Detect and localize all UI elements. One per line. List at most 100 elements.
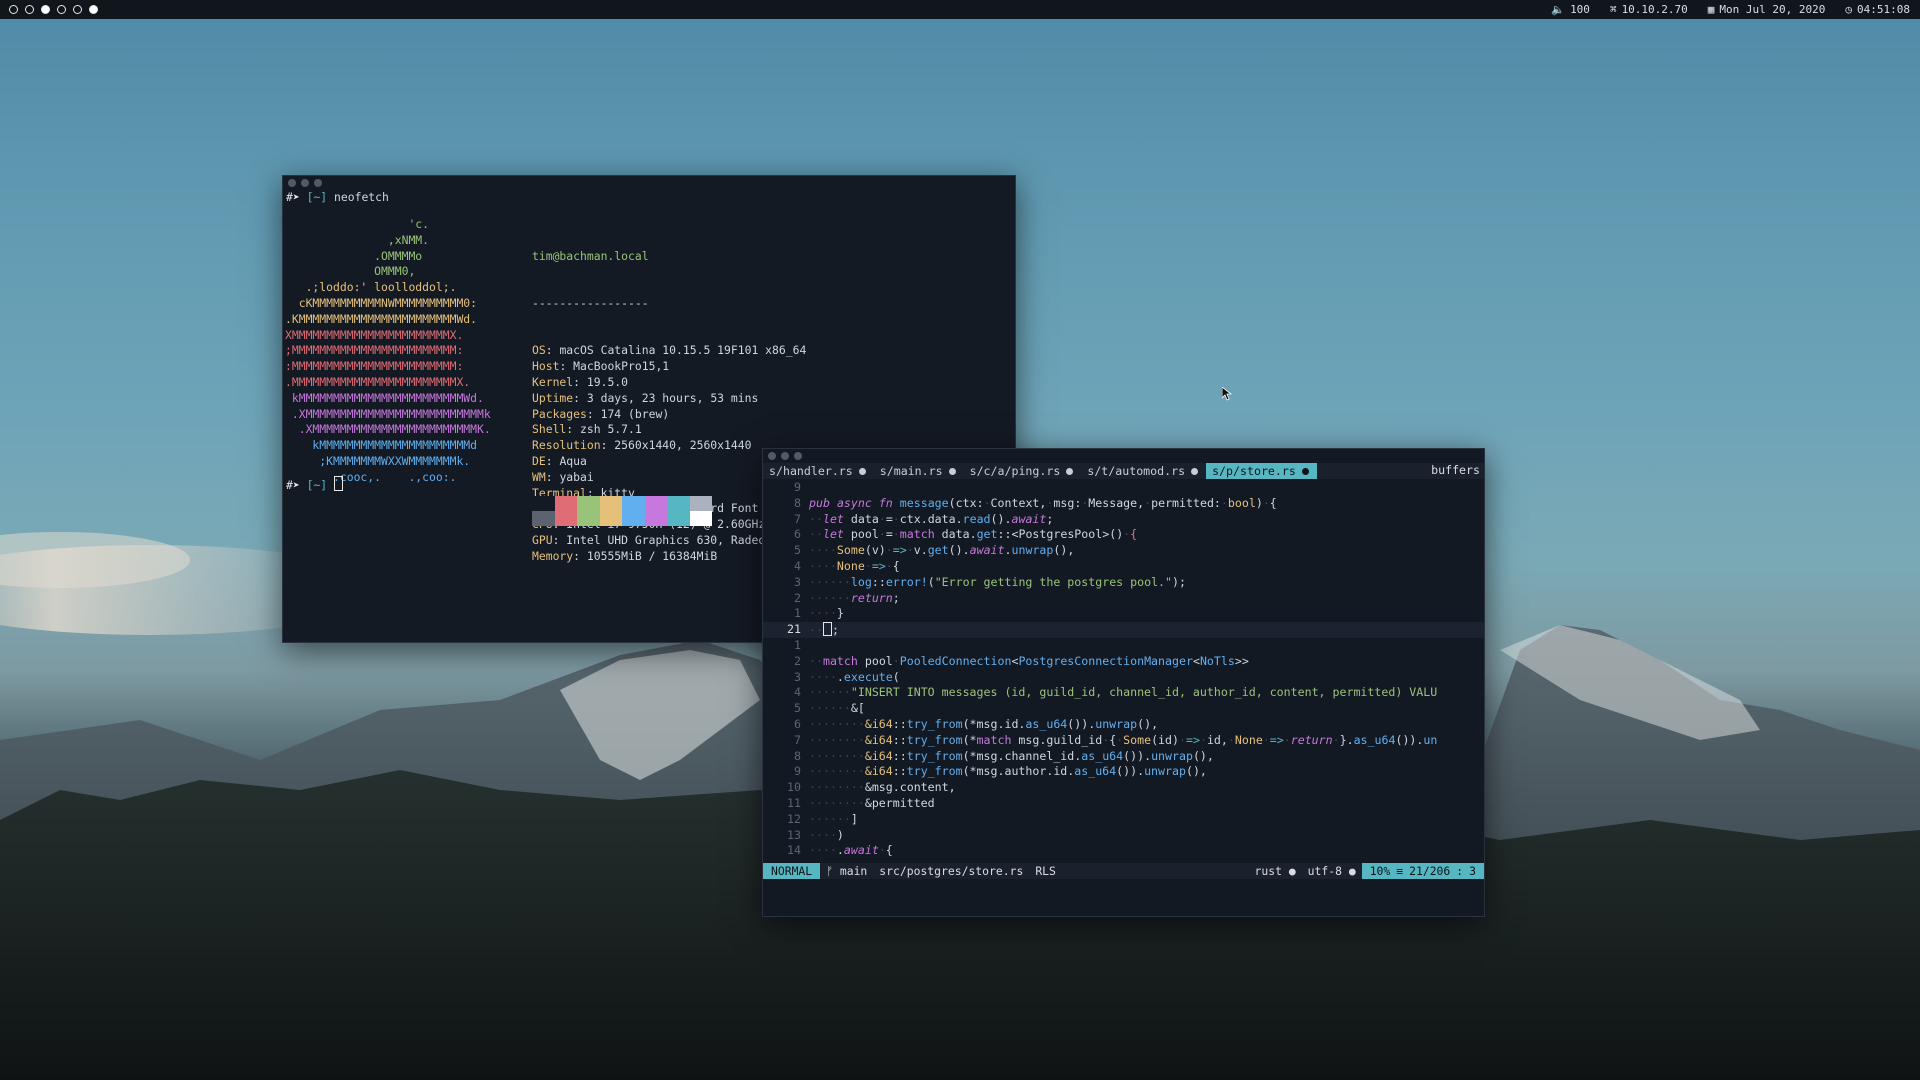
code-text: ··let pool·=·match data.get::<PostgresPo… xyxy=(809,527,1138,542)
scroll-percent: 10% xyxy=(1369,864,1391,878)
zoom-button[interactable] xyxy=(794,452,802,460)
code-line[interactable]: 2 ······return; xyxy=(763,591,1484,607)
code-text: ······log::error!("Error getting the pos… xyxy=(809,574,1186,589)
rust-icon: ● xyxy=(1288,864,1296,878)
minimize-button[interactable] xyxy=(301,179,309,187)
line-number: 1 xyxy=(794,606,801,621)
clock-status[interactable]: ◷ 04:51:08 xyxy=(1845,3,1910,16)
code-line[interactable]: 6 ········&i64::try_from(*msg.id.as_u64()… xyxy=(763,717,1484,733)
palette-swatch xyxy=(644,496,667,511)
code-line[interactable]: 8 pub async fn message(ctx:·Context,·msg:… xyxy=(763,496,1484,512)
workspace-2[interactable] xyxy=(25,5,34,14)
code-line[interactable]: 7 ········&i64::try_from(*match msg.guild… xyxy=(763,733,1484,749)
code-text: ······return; xyxy=(809,590,900,605)
info-value: zsh 5.7.1 xyxy=(580,422,642,437)
code-text: ··match pool·PooledConnection<PostgresCo… xyxy=(809,653,1249,668)
info-key: Host xyxy=(532,359,560,374)
code-line[interactable]: 14 ····.await·{ xyxy=(763,843,1484,859)
code-line[interactable]: 10 ········&msg.content, xyxy=(763,780,1484,796)
code-text: ····.execute( xyxy=(809,669,900,684)
editor-window[interactable]: s/handler.rs s/main.rs s/c/a/ping.rs s/t/au… xyxy=(762,448,1485,917)
date-status[interactable]: ▦ Mon Jul 20, 2020 xyxy=(1708,3,1826,16)
buffer-tab[interactable]: s/p/store.rs xyxy=(1206,463,1317,479)
modified-indicator-icon xyxy=(1301,467,1309,475)
line-number: 9 xyxy=(794,480,801,494)
code-line[interactable]: 12 ······] xyxy=(763,812,1484,828)
info-value: MacBookPro15,1 xyxy=(573,359,670,374)
line-number: 8 xyxy=(794,748,801,763)
code-line[interactable]: 4 ····None·=>·{ xyxy=(763,559,1484,575)
code-line[interactable]: 6 ··let pool·=·match data.get::<PostgresP… xyxy=(763,527,1484,543)
modified-indicator-icon xyxy=(858,467,866,475)
workspace-5[interactable] xyxy=(73,5,82,14)
line-number: 12 xyxy=(787,811,801,826)
code-text: ······"INSERT INTO messages (id, guild_i… xyxy=(809,685,1438,700)
workspace-6[interactable] xyxy=(89,5,98,14)
editor-statusline: NORMAL ᚠ main src/postgres/store.rs RLS … xyxy=(763,863,1484,879)
buffer-tab[interactable]: s/t/automod.rs xyxy=(1081,463,1206,479)
palette-swatch xyxy=(622,511,645,526)
mouse-pointer-icon xyxy=(1222,387,1232,401)
volume-status[interactable]: 🔈 100 xyxy=(1551,3,1590,16)
line-number: 13 xyxy=(787,827,801,842)
active-prompt-line[interactable]: #➤ [~] xyxy=(286,476,344,492)
column-number: 3 xyxy=(1469,864,1476,878)
logo-line: .;loddo:' loolloddol;. xyxy=(285,280,457,295)
code-line[interactable]: 5 ····Some(v)·=>·v.get().await.unwrap(), xyxy=(763,543,1484,559)
buffers-label[interactable]: buffers xyxy=(1421,463,1484,479)
logo-line: .OMMMMo xyxy=(285,248,423,263)
close-button[interactable] xyxy=(288,179,296,187)
current-code-line[interactable]: 21 ··; xyxy=(763,622,1484,638)
buffer-tab[interactable]: s/main.rs xyxy=(874,463,964,479)
logo-line: .KMMMMMMMMMMMMMMMMMMMMMMMWd. xyxy=(285,311,478,326)
branch-name: main xyxy=(839,864,868,878)
code-text: ····None·=>·{ xyxy=(809,558,900,573)
logo-line: .XMMMMMMMMMMMMMMMMMMMMMMMMK. xyxy=(285,422,491,437)
code-text: ······] xyxy=(809,811,858,826)
close-button[interactable] xyxy=(768,452,776,460)
line-number: 14 xyxy=(787,843,801,858)
line-number: 3 xyxy=(794,669,801,684)
prompt-directory: [~] xyxy=(306,190,328,204)
terminal-titlebar[interactable] xyxy=(283,176,1015,190)
workspace-3[interactable] xyxy=(41,5,50,14)
palette-swatch xyxy=(622,496,645,511)
code-line[interactable]: 2 ··match pool·PooledConnection<PostgresC… xyxy=(763,654,1484,670)
info-key: DE xyxy=(532,453,546,468)
palette-swatch xyxy=(554,511,577,526)
mode-indicator: NORMAL xyxy=(763,863,821,879)
editor-titlebar[interactable] xyxy=(763,449,1484,463)
tab-label: s/t/automod.rs xyxy=(1087,464,1186,478)
palette-swatch xyxy=(689,496,712,511)
line-number: 7 xyxy=(794,511,801,526)
terminal-cursor xyxy=(334,476,344,491)
buffer-tab[interactable]: s/c/a/ping.rs xyxy=(964,463,1082,479)
code-line[interactable]: 9 xyxy=(763,480,1484,496)
time-text: 04:51:08 xyxy=(1857,3,1910,16)
code-line[interactable]: 3 ····.execute( xyxy=(763,670,1484,686)
code-line[interactable]: 7 ··let data·=·ctx.data.read().await; xyxy=(763,512,1484,528)
code-line[interactable]: 5 ······&[ xyxy=(763,701,1484,717)
buffer-tab[interactable]: s/handler.rs xyxy=(763,463,874,479)
modified-indicator-icon xyxy=(1066,467,1074,475)
code-area[interactable]: 9 8 pub async fn message(ctx:·Context,·msg… xyxy=(763,480,1484,859)
logo-line: .XMMMMMMMMMMMMMMMMMMMMMMMMMMk xyxy=(285,406,491,421)
workspace-1[interactable] xyxy=(9,5,18,14)
logo-line: OMMM0, xyxy=(285,264,416,279)
code-line[interactable]: 1 xyxy=(763,638,1484,654)
code-text: ······&[ xyxy=(809,701,865,716)
code-line[interactable]: 3 ······log::error!("Error getting the po… xyxy=(763,575,1484,591)
code-line[interactable]: 1 ····} xyxy=(763,606,1484,622)
line-number: 2 xyxy=(794,653,801,668)
code-line[interactable]: 13 ····) xyxy=(763,828,1484,844)
info-value: 19.5.0 xyxy=(586,374,629,389)
network-status[interactable]: ⌘ 10.10.2.70 xyxy=(1610,3,1688,16)
workspace-4[interactable] xyxy=(57,5,66,14)
code-line[interactable]: 4 ······"INSERT INTO messages (id, guild_… xyxy=(763,685,1484,701)
zoom-button[interactable] xyxy=(314,179,322,187)
code-line[interactable]: 8 ········&i64::try_from(*msg.channel_id.… xyxy=(763,749,1484,765)
minimize-button[interactable] xyxy=(781,452,789,460)
info-line: Uptime: 3 days, 23 hours, 53 mins xyxy=(532,390,759,405)
code-line[interactable]: 11 ········&permitted xyxy=(763,796,1484,812)
code-line[interactable]: 9 ········&i64::try_from(*msg.author.id.a… xyxy=(763,764,1484,780)
